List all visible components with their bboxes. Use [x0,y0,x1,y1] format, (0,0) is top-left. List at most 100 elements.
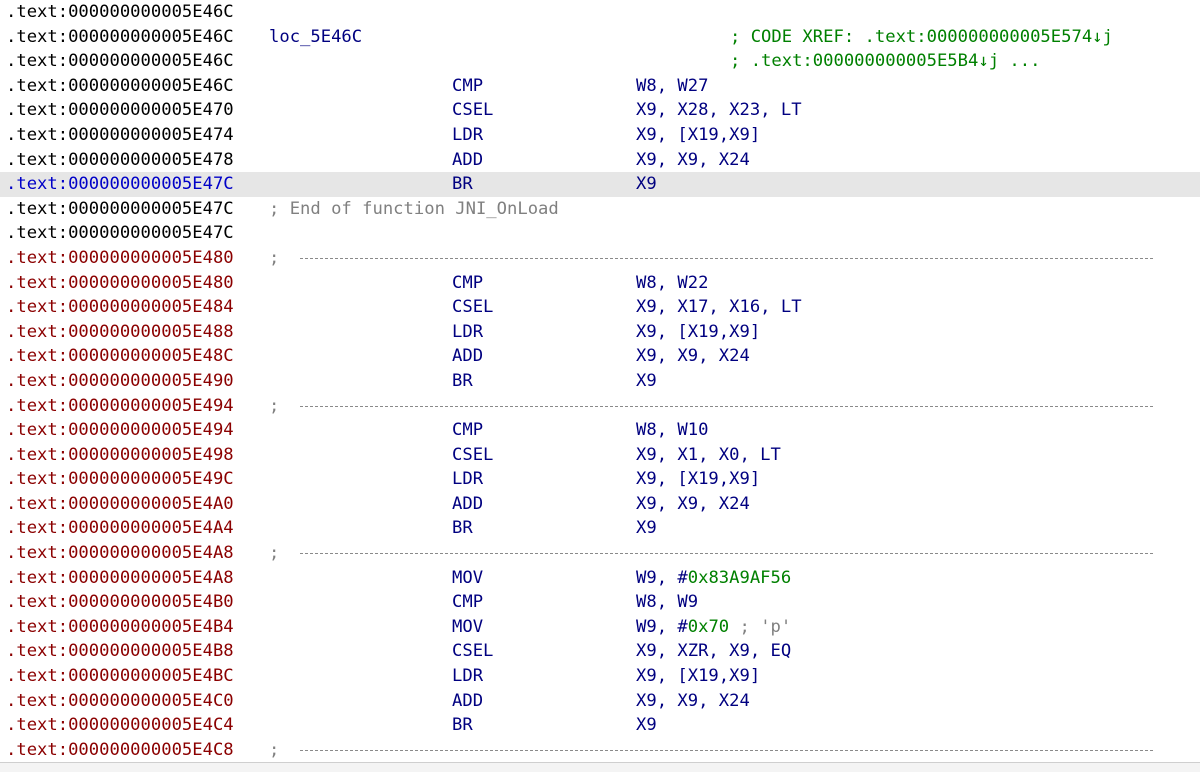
line-address[interactable]: .text:000000000005E4BC [6,664,234,689]
instruction-mnemonic[interactable]: LDR [452,467,483,492]
instruction-operands[interactable]: X9, XZR, X9, EQ [636,639,791,664]
instruction-operands[interactable]: X9, [X19,X9] [636,123,760,148]
instruction-mnemonic[interactable]: CSEL [452,98,493,123]
instruction-mnemonic[interactable]: BR [452,713,473,738]
listing-line[interactable]: .text:000000000005E46C ; .text:0000000000… [0,49,1200,74]
instruction-operands[interactable]: X9, X9, X24 [636,689,750,714]
listing-line[interactable]: .text:000000000005E4B4 MOV W9, #0x70 ; 'p' [0,615,1200,640]
line-address[interactable]: .text:000000000005E48C [6,344,234,369]
instruction-operands[interactable]: W8, W9 [636,590,698,615]
disassembly-listing[interactable]: .text:000000000005E46C .text:000000000005… [0,0,1200,762]
instruction-operands[interactable]: X9, X9, X24 [636,492,750,517]
instruction-mnemonic[interactable]: CSEL [452,639,493,664]
instruction-mnemonic[interactable]: CMP [452,271,483,296]
listing-line[interactable]: .text:000000000005E4B8 CSEL X9, XZR, X9, E… [0,639,1200,664]
listing-line[interactable]: .text:000000000005E4A8; [0,541,1200,566]
instruction-operands[interactable]: W8, W10 [636,418,708,443]
instruction-mnemonic[interactable]: CMP [452,418,483,443]
line-address[interactable]: .text:000000000005E46C [6,49,234,74]
line-address[interactable]: .text:000000000005E4A0 [6,492,234,517]
line-address[interactable]: .text:000000000005E47C [6,221,234,246]
listing-line[interactable]: .text:000000000005E484 CSEL X9, X17, X16, … [0,295,1200,320]
listing-line[interactable]: .text:000000000005E4A0 ADD X9, X9, X24 [0,492,1200,517]
listing-line[interactable]: .text:000000000005E48C ADD X9, X9, X24 [0,344,1200,369]
instruction-mnemonic[interactable]: BR [452,172,473,197]
listing-line[interactable]: .text:000000000005E46C [0,0,1200,25]
listing-line[interactable]: .text:000000000005E46C loc_5E46C ; CODE XR… [0,25,1200,50]
instruction-operands[interactable]: W8, W27 [636,74,708,99]
line-address[interactable]: .text:000000000005E498 [6,443,234,468]
listing-line[interactable]: .text:000000000005E4C8; [0,738,1200,763]
line-address[interactable]: .text:000000000005E470 [6,98,234,123]
line-address[interactable]: .text:000000000005E494 [6,394,234,419]
line-address[interactable]: .text:000000000005E4C8 [6,738,234,763]
listing-line-selected[interactable]: .text:000000000005E47C BR X9 [0,172,1200,197]
line-address[interactable]: .text:000000000005E478 [6,148,234,173]
listing-line[interactable]: .text:000000000005E494; [0,394,1200,419]
line-address[interactable]: .text:000000000005E4B8 [6,639,234,664]
instruction-mnemonic[interactable]: ADD [452,689,483,714]
listing-line[interactable]: .text:000000000005E480; [0,246,1200,271]
instruction-mnemonic[interactable]: ADD [452,492,483,517]
instruction-operands[interactable]: X9 [636,713,657,738]
instruction-operands[interactable]: X9 [636,516,657,541]
instruction-mnemonic[interactable]: LDR [452,320,483,345]
xref-comment[interactable]: ; CODE XREF: .text:000000000005E574↓j [730,25,1113,50]
listing-line[interactable]: .text:000000000005E490 BR X9 [0,369,1200,394]
instruction-operands[interactable]: W9, #0x83A9AF56 [636,566,791,591]
instruction-mnemonic[interactable]: CSEL [452,443,493,468]
line-address[interactable]: .text:000000000005E4A4 [6,516,234,541]
line-address[interactable]: .text:000000000005E46C [6,25,234,50]
line-address[interactable]: .text:000000000005E494 [6,418,234,443]
line-address[interactable]: .text:000000000005E484 [6,295,234,320]
instruction-operands[interactable]: X9 [636,172,657,197]
listing-line[interactable]: .text:000000000005E474 LDR X9, [X19,X9] [0,123,1200,148]
instruction-operands[interactable]: W8, W22 [636,271,708,296]
instruction-mnemonic[interactable]: CMP [452,590,483,615]
instruction-operands[interactable]: X9, X17, X16, LT [636,295,802,320]
line-address[interactable]: .text:000000000005E480 [6,271,234,296]
line-address[interactable]: .text:000000000005E46C [6,0,234,25]
listing-line[interactable]: .text:000000000005E494 CMP W8, W10 [0,418,1200,443]
listing-line[interactable]: .text:000000000005E478 ADD X9, X9, X24 [0,148,1200,173]
instruction-operands[interactable]: W9, #0x70 ; 'p' [636,615,791,640]
line-address[interactable]: .text:000000000005E488 [6,320,234,345]
instruction-mnemonic[interactable]: LDR [452,664,483,689]
line-address[interactable]: .text:000000000005E49C [6,467,234,492]
instruction-mnemonic[interactable]: BR [452,369,473,394]
line-address[interactable]: .text:000000000005E4B4 [6,615,234,640]
instruction-operands[interactable]: X9, X9, X24 [636,148,750,173]
instruction-mnemonic[interactable]: MOV [452,615,483,640]
listing-line[interactable]: .text:000000000005E498 CSEL X9, X1, X0, LT [0,443,1200,468]
instruction-mnemonic[interactable]: CSEL [452,295,493,320]
line-address[interactable]: .text:000000000005E474 [6,123,234,148]
line-address[interactable]: .text:000000000005E47C [6,197,234,222]
instruction-mnemonic[interactable]: LDR [452,123,483,148]
line-address[interactable]: .text:000000000005E4A8 [6,541,234,566]
listing-line[interactable]: .text:000000000005E4A4 BR X9 [0,516,1200,541]
listing-line[interactable]: .text:000000000005E480 CMP W8, W22 [0,271,1200,296]
line-address[interactable]: .text:000000000005E4A8 [6,566,234,591]
xref-comment[interactable]: ; .text:000000000005E5B4↓j ... [730,49,1040,74]
instruction-mnemonic[interactable]: CMP [452,74,483,99]
immediate-value[interactable]: 0x70 [688,617,729,637]
line-address[interactable]: .text:000000000005E4C4 [6,713,234,738]
listing-line[interactable]: .text:000000000005E4A8 MOV W9, #0x83A9AF56 [0,566,1200,591]
instruction-operands[interactable]: X9, [X19,X9] [636,664,760,689]
listing-line[interactable]: .text:000000000005E46C CMP W8, W27 [0,74,1200,99]
instruction-mnemonic[interactable]: MOV [452,566,483,591]
line-address[interactable]: .text:000000000005E4C0 [6,689,234,714]
line-address[interactable]: .text:000000000005E480 [6,246,234,271]
listing-line[interactable]: .text:000000000005E47C [0,221,1200,246]
line-address[interactable]: .text:000000000005E47C [6,172,234,197]
listing-line[interactable]: .text:000000000005E47C ; End of function … [0,197,1200,222]
listing-line[interactable]: .text:000000000005E4C0 ADD X9, X9, X24 [0,689,1200,714]
listing-line[interactable]: .text:000000000005E488 LDR X9, [X19,X9] [0,320,1200,345]
instruction-operands[interactable]: X9, X1, X0, LT [636,443,781,468]
instruction-operands[interactable]: X9, X9, X24 [636,344,750,369]
instruction-mnemonic[interactable]: ADD [452,344,483,369]
instruction-mnemonic[interactable]: BR [452,516,473,541]
line-address[interactable]: .text:000000000005E46C [6,74,234,99]
code-label[interactable]: loc_5E46C [269,25,362,50]
instruction-operands[interactable]: X9, [X19,X9] [636,320,760,345]
